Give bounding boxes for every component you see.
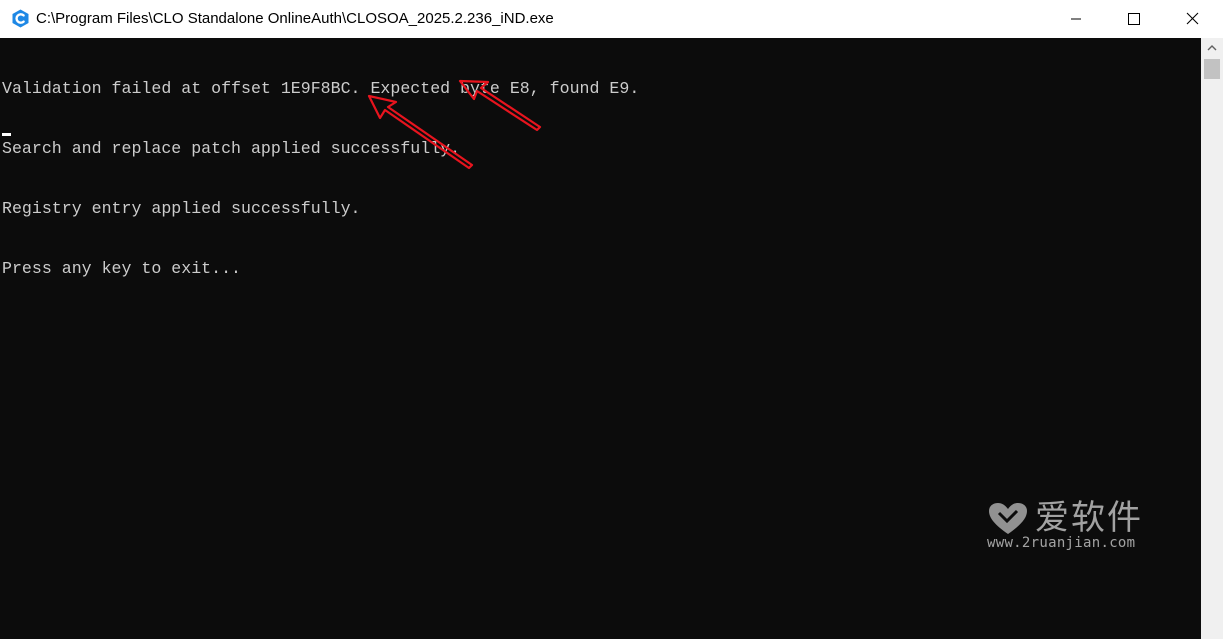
close-button[interactable] (1163, 0, 1223, 38)
heart-logo-icon (989, 503, 1027, 534)
console-output[interactable]: Validation failed at offset 1E9F8BC. Exp… (0, 38, 1201, 639)
scroll-up-arrow-icon[interactable] (1201, 38, 1223, 58)
maximize-icon (1128, 13, 1140, 25)
close-icon (1186, 12, 1199, 25)
app-c-icon (12, 9, 29, 28)
title-bar[interactable]: C:\Program Files\CLO Standalone OnlineAu… (0, 0, 1223, 38)
red-arrow-icon (367, 94, 474, 170)
minimize-icon (1071, 18, 1081, 20)
vertical-scrollbar[interactable] (1201, 38, 1223, 639)
red-arrow-icon (458, 79, 542, 132)
minimize-button[interactable] (1047, 0, 1105, 38)
watermark-title: 爱软件 (1035, 498, 1143, 538)
window-title: C:\Program Files\CLO Standalone OnlineAu… (36, 10, 554, 27)
maximize-button[interactable] (1105, 0, 1163, 38)
scrollbar-thumb[interactable] (1204, 59, 1220, 79)
console-window: C:\Program Files\CLO Standalone OnlineAu… (0, 0, 1223, 639)
watermark: 爱软件 www.2ruanjian.com (987, 497, 1167, 557)
watermark-url: www.2ruanjian.com (987, 535, 1136, 551)
